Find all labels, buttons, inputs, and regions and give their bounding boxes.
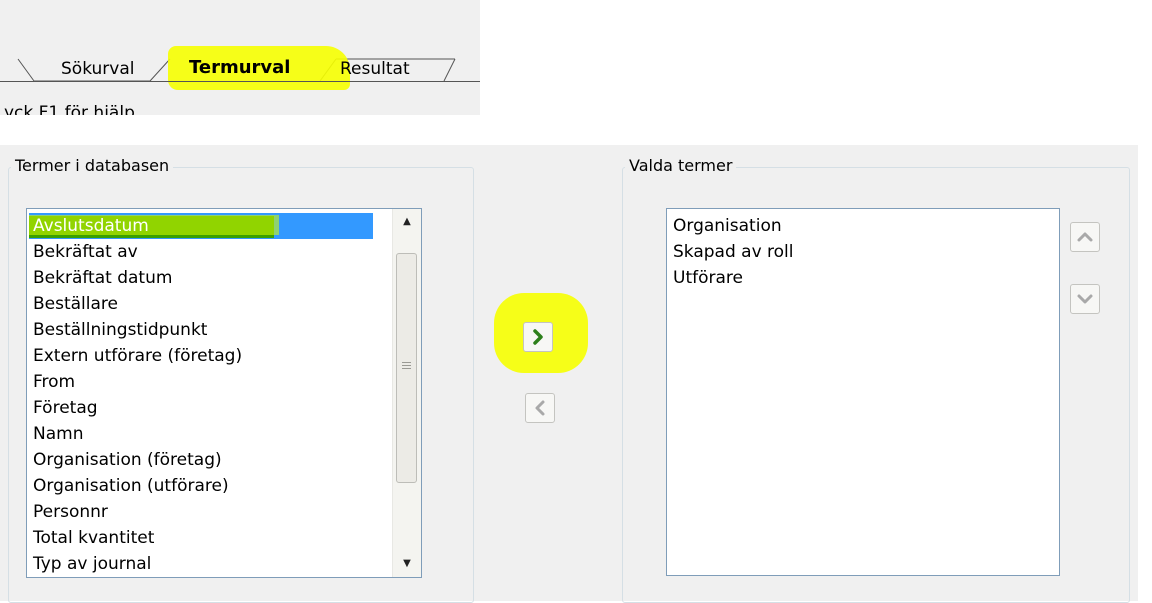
status-hint: yck F1 för hjälp [4,103,135,115]
tab-resultat[interactable]: Resultat [340,59,410,79]
list-item[interactable]: Bekräftat av [33,239,373,265]
move-down-button[interactable] [1070,284,1100,314]
list-item[interactable]: Total kvantitet [33,525,373,551]
chevron-right-icon [533,329,543,345]
tab-strip-crop: Sökurval Termurval Resultat yck F1 för h… [0,0,480,115]
list-item[interactable]: Beställare [33,291,373,317]
selected-terms-title: Valda termer [625,156,737,175]
list-item-label: Avslutsdatum [33,216,149,236]
chevron-left-icon [535,400,545,416]
remove-term-button[interactable] [525,393,555,423]
list-item[interactable]: Beställningstidpunkt [33,317,373,343]
move-up-button[interactable] [1070,222,1100,252]
chevron-up-icon [1077,232,1093,242]
list-item-selected[interactable]: Avslutsdatum [29,213,373,239]
list-item[interactable]: Organisation (företag) [33,447,373,473]
list-item[interactable]: Personnr [33,499,373,525]
list-item[interactable]: Typ av journal [33,551,373,577]
list-item[interactable]: Utförare [673,265,794,291]
scroll-thumb[interactable] [396,253,417,483]
term-selection-panel: Termer i databasen Avslutsdatum Bekräfta… [0,145,1152,603]
grip-line [402,365,411,366]
selected-terms-list[interactable]: Organisation Skapad av roll Utförare [666,208,1060,576]
list-item[interactable]: Extern utförare (företag) [33,343,373,369]
list-item[interactable]: Skapad av roll [673,239,794,265]
list-item[interactable]: Namn [33,421,373,447]
add-term-button[interactable] [523,322,553,352]
scroll-up-icon[interactable]: ▲ [393,211,421,233]
scroll-down-icon[interactable]: ▼ [393,553,421,575]
grip-line [402,362,411,363]
available-terms-list[interactable]: Avslutsdatum Bekräftat av Bekräftat datu… [26,208,422,578]
list-item[interactable]: Organisation [673,213,794,239]
grip-line [402,368,411,369]
tab-termurval[interactable]: Termurval [189,57,290,78]
tab-sokurval[interactable]: Sökurval [61,59,134,79]
list-item[interactable]: Bekräftat datum [33,265,373,291]
chevron-down-icon [1077,294,1093,304]
list-item[interactable]: Organisation (utförare) [33,473,373,499]
available-terms-items: Avslutsdatum Bekräftat av Bekräftat datu… [29,213,373,577]
list-item[interactable]: Företag [33,395,373,421]
list-item[interactable]: From [33,369,373,395]
available-terms-title: Termer i databasen [11,156,174,175]
tab-baseline [0,81,480,82]
vertical-scrollbar[interactable]: ▲ ▼ [392,209,421,577]
selected-terms-items: Organisation Skapad av roll Utförare [673,213,794,291]
